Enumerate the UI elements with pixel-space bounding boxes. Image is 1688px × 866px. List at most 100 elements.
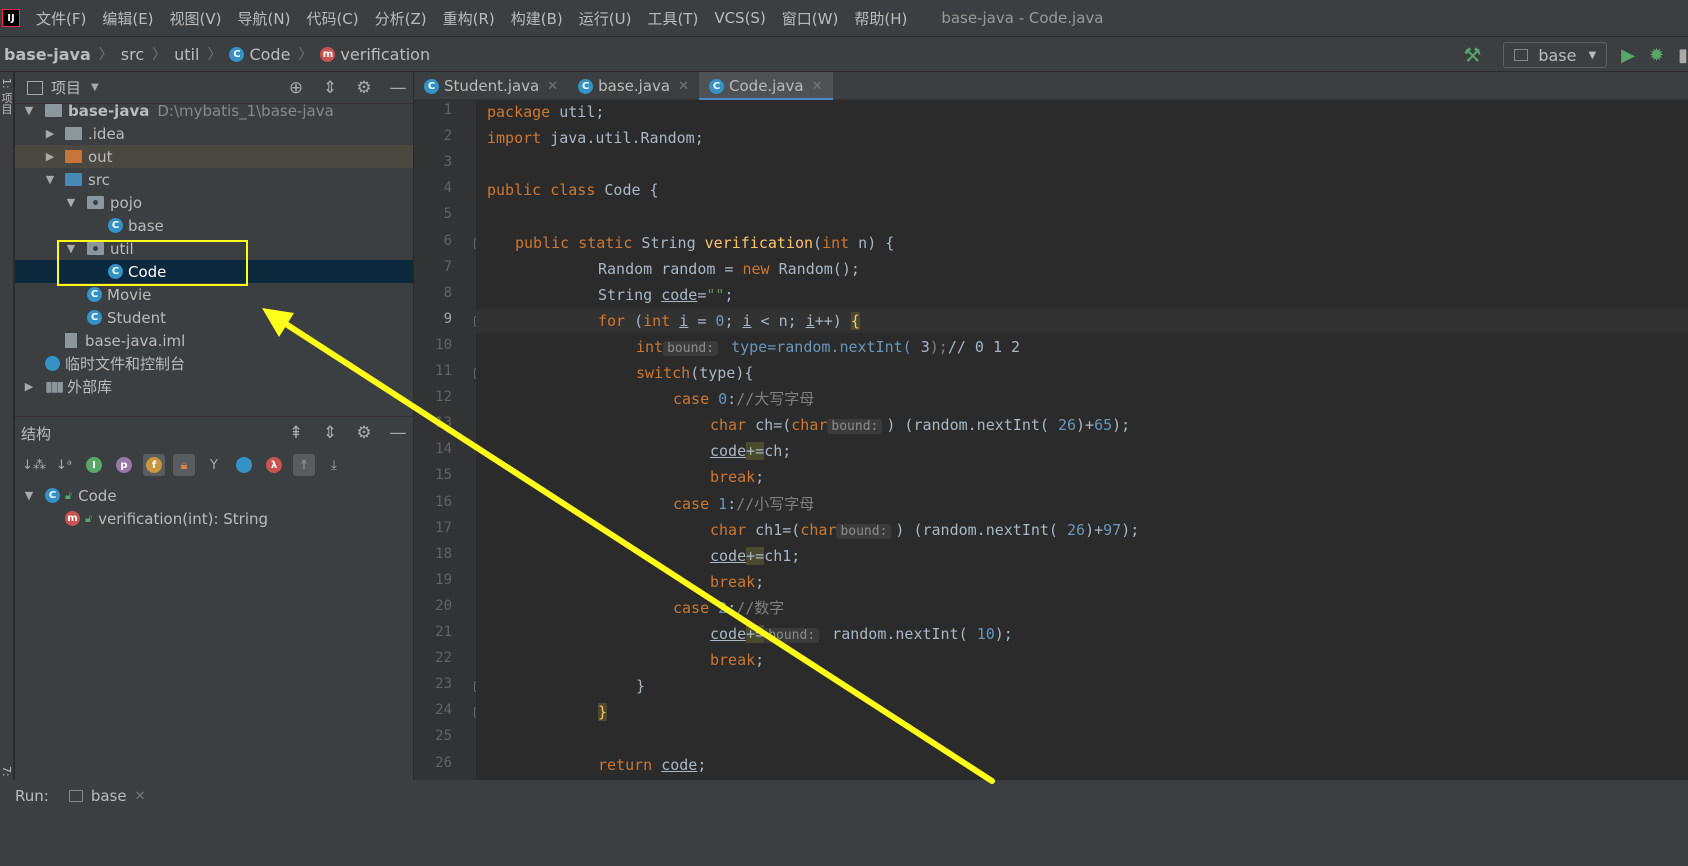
code-line[interactable]: case 2://数字 [476,596,1688,620]
code-line[interactable]: break; [476,648,1688,672]
code-line[interactable]: public static String verification(int n)… [476,231,1688,255]
close-icon[interactable]: ✕ [812,79,823,94]
show-non-public-icon[interactable]: 🔒︎ [173,454,195,476]
code-line[interactable]: break; [476,570,1688,594]
close-icon[interactable]: ✕ [547,79,558,94]
tree-item-scratches[interactable]: 临时文件和控制台 [15,352,413,375]
autoscroll-from-source-icon[interactable]: ⤓ [323,454,345,476]
menu-navigate[interactable]: 导航(N) [238,8,291,29]
show-fields-icon[interactable]: f [143,454,165,476]
code-line[interactable]: code+= bound: random.nextInt( 10); [476,622,1688,646]
code-editor[interactable]: package util; import java.util.Random; pub… [476,100,1688,780]
chevron-down-icon[interactable]: ▼ [44,173,56,186]
code-line[interactable] [476,204,1688,228]
locate-target-icon[interactable]: ⊕ [287,78,305,98]
close-icon[interactable]: ✕ [678,79,689,94]
tab-code-java[interactable]: C Code.java ✕ [699,72,833,101]
build-hammer-icon[interactable]: ⚒ [1463,43,1481,67]
tree-item-idea[interactable]: ▶ .idea [15,122,413,145]
code-line[interactable]: char ch=(char bound:) (random.nextInt( 26… [476,413,1688,437]
code-line[interactable] [476,726,1688,750]
breadcrumb-src[interactable]: src [121,45,144,64]
minimize-icon[interactable]: — [389,78,407,98]
show-lambdas-icon[interactable]: λ [263,454,285,476]
project-panel-title[interactable]: 项目 [51,77,81,98]
code-line[interactable]: break; [476,465,1688,489]
menu-code[interactable]: 代码(C) [306,8,358,29]
code-line[interactable]: case 1://小写字母 [476,492,1688,516]
code-line[interactable]: code+=ch; [476,439,1688,463]
collapse-all-icon[interactable]: ⇕ [321,78,339,98]
tree-item-base[interactable]: Cbase [15,214,413,237]
run-tool-window-tab[interactable]: Run: base ✕ [15,784,146,808]
run-play-icon[interactable]: ▶ [1621,45,1635,66]
breadcrumb-project[interactable]: base-java [4,45,91,64]
code-line[interactable]: return code; [476,753,1688,777]
tree-item-pojo[interactable]: ▼ pojo [15,191,413,214]
code-line[interactable]: code+=ch1; [476,544,1688,568]
show-classes-icon[interactable] [233,454,255,476]
code-line[interactable]: char ch1=(char bound:) (random.nextInt( 2… [476,518,1688,542]
tree-item-out[interactable]: ▶ out [15,145,413,168]
breadcrumb-method[interactable]: m verification [320,45,430,64]
coverage-icon[interactable]: ▮ [1678,45,1688,66]
chevron-right-icon[interactable]: ▶ [23,380,35,393]
show-inherited-icon[interactable]: I [83,454,105,476]
run-config-select[interactable]: base ▼ [1503,42,1608,68]
tree-item-iml[interactable]: base-java.iml [15,329,413,352]
tree-item-student[interactable]: C Student [15,306,413,329]
code-line[interactable]: } [476,674,1688,698]
chevron-down-icon[interactable]: ▼ [23,489,35,502]
breadcrumb-util[interactable]: util [174,45,199,64]
menu-analyze[interactable]: 分析(Z) [375,8,427,29]
menu-build[interactable]: 构建(B) [511,8,563,29]
code-line[interactable]: package util; [476,100,1688,124]
editor-gutter[interactable]: 1 2 3 4 5 6 7 8 9 10 11 12 13 14 15 16 17 18 19 20 21 22 23 24 2… [414,100,485,823]
autoscroll-to-source-icon[interactable]: ⤒ [293,454,315,476]
project-tool-window-button[interactable]: 1: 项目 [0,78,14,114]
show-anonymous-icon[interactable]: Y [203,454,225,476]
code-line[interactable]: for (int i = 0; i < n; i++) { [476,308,1688,333]
code-line[interactable]: switch(type){ [476,361,1688,385]
sort-alphabetically-icon[interactable]: ↓ᵃ [53,454,75,476]
tab-base-java[interactable]: Cbase.java ✕ [568,72,699,100]
menu-run[interactable]: 运行(U) [579,8,632,29]
menu-tools[interactable]: 工具(T) [647,8,698,29]
code-line[interactable] [476,152,1688,176]
chevron-down-icon[interactable]: ▼ [65,196,77,209]
gear-icon[interactable]: ⚙ [355,78,373,98]
collapse-all-icon[interactable]: ⇕ [321,423,339,443]
menu-help[interactable]: 帮助(H) [854,8,907,29]
menu-view[interactable]: 视图(V) [170,8,222,29]
menu-file[interactable]: 文件(F) [36,8,86,29]
code-line[interactable]: Random random = new Random(); [476,257,1688,281]
menu-vcs[interactable]: VCS(S) [714,9,765,27]
code-line[interactable]: int bound: type=random.nextInt( 3);// 0 1… [476,335,1688,359]
menu-edit[interactable]: 编辑(E) [102,8,153,29]
chevron-right-icon[interactable]: ▶ [44,150,56,163]
structure-item-method[interactable]: m 🔓︎ verification(int): String [15,507,413,530]
code-line[interactable]: } [476,700,1688,724]
close-icon[interactable]: ✕ [135,789,146,804]
menu-window[interactable]: 窗口(W) [782,8,839,29]
sort-by-visibility-icon[interactable]: ↓⁂ [22,454,46,476]
tree-item-src[interactable]: ▼ src [15,168,413,191]
minimize-icon[interactable]: — [389,423,407,443]
code-line[interactable]: import java.util.Random; [476,126,1688,150]
show-properties-icon[interactable]: p [113,454,135,476]
chevron-down-icon[interactable]: ▼ [91,82,99,93]
breadcrumb-code[interactable]: C Code [229,45,290,64]
tree-item-base-java[interactable]: ▼ base-java D:\mybatis_1\base-java [15,99,413,122]
tree-item-movie[interactable]: C Movie [15,283,413,306]
app-logo-icon[interactable]: IJ [2,9,20,27]
tree-item-external-libraries[interactable]: ▶ ▮▮▮ 外部库 [15,375,413,398]
code-line[interactable]: case 0://大写字母 [476,387,1688,411]
menu-refactor[interactable]: 重构(R) [443,8,495,29]
debug-bug-icon[interactable]: ✹ [1649,45,1664,66]
code-line[interactable]: String code=""; [476,283,1688,307]
chevron-down-icon[interactable]: ▼ [23,104,35,117]
tab-student-java[interactable]: C Student.java ✕ [414,72,568,100]
structure-item-class[interactable]: ▼ C 🔓︎ Code [15,484,413,507]
gear-icon[interactable]: ⚙ [355,423,373,443]
chevron-right-icon[interactable]: ▶ [44,127,56,140]
